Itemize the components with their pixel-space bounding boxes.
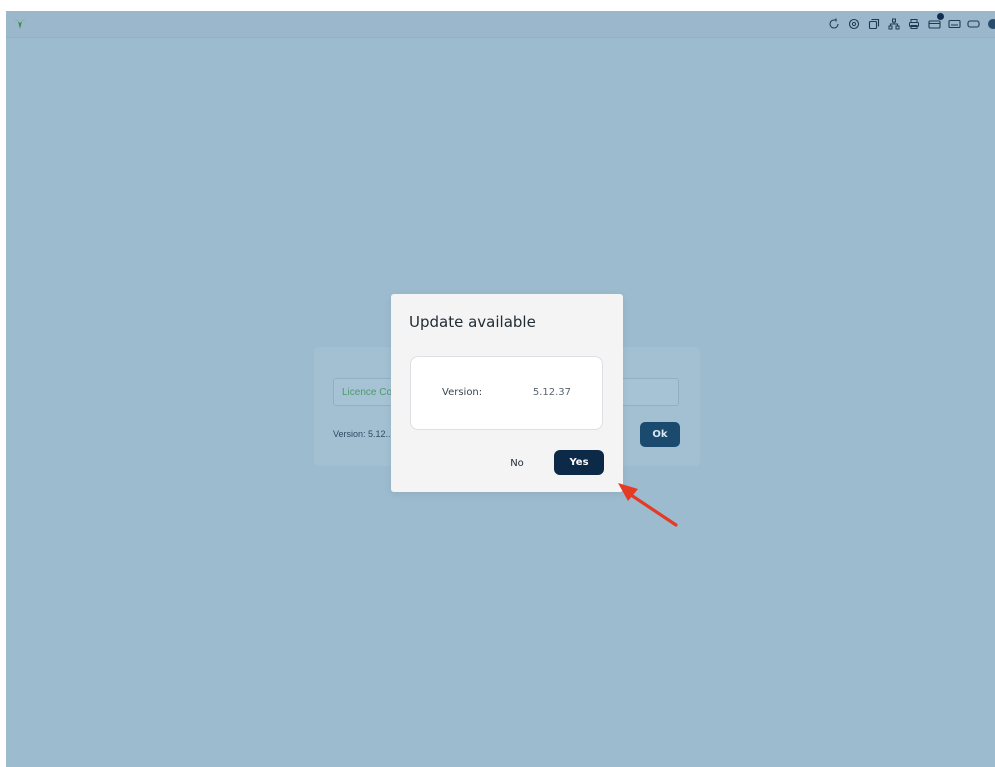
keyboard-icon[interactable] [946, 16, 962, 32]
system-tray [822, 13, 995, 33]
annotation-arrow-icon [618, 483, 678, 527]
card-reader-icon[interactable] [926, 13, 944, 32]
licence-version-text: Version: 5.12.. [333, 429, 391, 439]
app-window: Licence Co Version: 5.12.. Ok Update ava… [6, 11, 995, 767]
app-logo-icon [14, 18, 26, 29]
printer-icon[interactable] [906, 16, 922, 32]
notification-badge [937, 13, 944, 20]
update-dialog: Update available Version: 5.12.37 No Yes [391, 294, 623, 492]
version-value: 5.12.37 [532, 387, 571, 398]
network-icon[interactable] [886, 16, 902, 32]
windows-icon[interactable] [866, 16, 882, 32]
ok-button[interactable]: Ok [640, 422, 680, 447]
yes-button[interactable]: Yes [554, 450, 604, 475]
status-dot-icon [988, 19, 995, 29]
battery-icon[interactable] [966, 16, 982, 32]
version-info-box: Version: 5.12.37 [410, 356, 603, 430]
dialog-title: Update available [409, 313, 536, 331]
top-bar [6, 11, 995, 38]
version-label: Version: [442, 387, 483, 398]
no-button[interactable]: No [502, 452, 532, 474]
refresh-icon[interactable] [826, 16, 842, 32]
settings-icon[interactable] [846, 16, 862, 32]
